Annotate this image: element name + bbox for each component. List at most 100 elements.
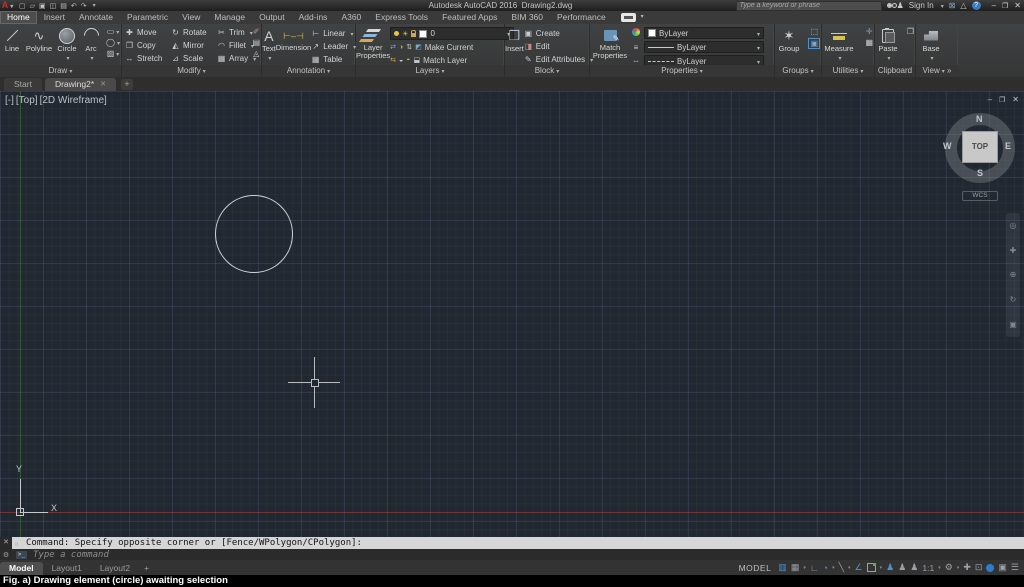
isometric-drafting-icon[interactable]: ╲ [839, 562, 844, 573]
restore-icon[interactable] [1002, 1, 1008, 10]
layer-select[interactable]: ☀ 0 [390, 27, 515, 40]
explode-icon[interactable]: ▤ [252, 38, 260, 47]
annotation-panel-label[interactable]: Annotation [262, 65, 355, 77]
ribbon-minimize-button[interactable] [620, 13, 644, 22]
object-color-select[interactable]: ByLayer [644, 27, 764, 39]
leader-button[interactable]: ↗ Leader [311, 40, 356, 52]
qat-customize-icon[interactable] [91, 2, 96, 10]
annotation-monitor-icon[interactable]: ✚ [963, 562, 971, 573]
viewcube-east[interactable]: E [1005, 141, 1011, 151]
sign-in-button[interactable]: Sign In [909, 1, 934, 10]
view-panel-label[interactable]: View » [916, 65, 958, 77]
new-drawing-tab-button[interactable]: + [121, 79, 134, 90]
sign-in-caret-icon[interactable] [939, 1, 944, 10]
ungroup-icon[interactable]: ⬚ [810, 27, 818, 36]
modify-panel-label[interactable]: Modify [122, 65, 261, 77]
a360-icon[interactable]: △ [960, 1, 966, 10]
quick-calc-icon[interactable]: ▦ [865, 38, 873, 47]
save-icon[interactable]: ▣ [39, 2, 46, 10]
insert-button[interactable]: ❒ Insert [505, 25, 524, 54]
layer-tool-icon[interactable]: ⬓ [414, 56, 421, 64]
file-tab-drawing2[interactable]: Drawing2* ✕ [44, 78, 117, 91]
stretch-button[interactable]: ↔ Stretch [125, 54, 171, 63]
tab-home[interactable]: Home [0, 11, 37, 24]
drawn-circle[interactable] [215, 195, 293, 273]
snap-mode-icon[interactable]: ▦ [791, 562, 800, 573]
layer-tool-icon[interactable]: ⇅ [406, 43, 412, 51]
layer-tool-icon[interactable]: ◑ [399, 44, 403, 51]
tab-bim360[interactable]: BIM 360 [504, 11, 550, 24]
properties-panel-label[interactable]: Properties [590, 65, 774, 77]
layer-tool-icon[interactable]: ⇆ [390, 56, 396, 64]
help-icon[interactable] [971, 1, 981, 10]
viewcube-west[interactable]: W [943, 141, 952, 151]
lineweight-select[interactable]: ByLayer [644, 41, 764, 53]
new-file-icon[interactable]: ▢ [19, 2, 26, 10]
erase-icon[interactable]: ✐ [253, 27, 260, 36]
isolate-objects-icon[interactable]: ⊡ [975, 562, 983, 573]
copy-button[interactable]: ❐ Copy [125, 41, 171, 50]
block-panel-label[interactable]: Block [505, 65, 589, 77]
plot-icon[interactable]: ▤ [60, 2, 67, 10]
viewport-menu-control[interactable]: [-] [5, 95, 14, 106]
tab-express-tools[interactable]: Express Tools [368, 11, 435, 24]
customization-icon[interactable]: ☰ [1011, 562, 1019, 573]
zoom-icon[interactable]: ⊕ [1010, 270, 1017, 279]
showmotion-icon[interactable]: ▣ [1009, 320, 1017, 329]
layer-tool-icon[interactable]: ◒ [399, 57, 403, 64]
linear-button[interactable]: ⊢ Linear [311, 27, 356, 39]
polyline-button[interactable]: ∿ Polyline [24, 25, 54, 54]
model-space-button[interactable]: MODEL [739, 563, 772, 573]
utilities-panel-label[interactable]: Utilities [822, 65, 874, 77]
tab-layout2[interactable]: Layout2 [91, 562, 139, 575]
viewcube-top-face[interactable]: TOP [962, 131, 998, 163]
tab-annotate[interactable]: Annotate [72, 11, 120, 24]
measure-button[interactable]: Measure [822, 25, 856, 62]
tab-layout1[interactable]: Layout1 [43, 562, 91, 575]
ortho-mode-icon[interactable]: ∟ [810, 563, 819, 573]
exchange-apps-icon[interactable]: ⊠ [949, 1, 956, 10]
mirror-button[interactable]: ◭ Mirror [171, 41, 217, 50]
drawing-canvas[interactable]: [-] [Top] [2D Wireframe] N W E S TOP WCS… [0, 91, 1024, 537]
annotation-autoscale-icon[interactable]: ♟ [898, 562, 906, 573]
copy-clip-icon[interactable]: ❐ [907, 27, 914, 36]
edit-block-button[interactable]: ◨ Edit [524, 40, 593, 52]
hatch-icon[interactable]: ▨ [107, 49, 120, 58]
minimize-icon[interactable] [992, 1, 996, 10]
ellipse-icon[interactable]: ◯ [106, 38, 120, 47]
tab-a360[interactable]: A360 [334, 11, 368, 24]
arc-button[interactable]: Arc [80, 24, 102, 62]
tab-manage[interactable]: Manage [207, 11, 252, 24]
layer-tool-icon[interactable]: ⇄ [390, 43, 396, 51]
pan-icon[interactable]: ✚ [1010, 246, 1017, 255]
match-properties-button[interactable]: Match Properties [590, 25, 630, 60]
tab-model[interactable]: Model [0, 562, 43, 575]
dimension-button[interactable]: ⊢–⊣ Dimension [276, 25, 311, 52]
polar-tracking-icon[interactable]: ◔ [823, 563, 828, 573]
doc-close-icon[interactable] [1012, 95, 1019, 104]
orbit-icon[interactable]: ↻ [1010, 295, 1017, 304]
tab-close-icon[interactable]: ✕ [100, 78, 106, 91]
save-as-icon[interactable]: ◫ [50, 2, 57, 10]
layer-properties-button[interactable]: Layer Properties [356, 25, 390, 60]
layer-tool-icon[interactable]: ◓ [406, 57, 410, 64]
full-navigation-wheel-icon[interactable]: ◎ [1010, 221, 1017, 230]
clean-screen-icon[interactable]: ▣ [998, 562, 1007, 573]
hardware-acceleration-icon[interactable] [986, 563, 995, 572]
doc-minimize-icon[interactable] [988, 95, 992, 104]
command-customize-icon[interactable]: ⚙ [0, 551, 12, 559]
doc-restore-icon[interactable] [999, 95, 1005, 104]
object-snap-tracking-icon[interactable]: ∠ [855, 562, 863, 573]
group-button[interactable]: ✶ Group [775, 25, 803, 54]
tab-featured-apps[interactable]: Featured Apps [435, 11, 504, 24]
command-input[interactable] [31, 548, 1024, 561]
object-color-icon[interactable] [630, 28, 642, 38]
redo-icon[interactable]: ↷ [81, 2, 87, 10]
tab-addins[interactable]: Add-ins [292, 11, 335, 24]
application-menu-icon[interactable]: A [0, 0, 15, 11]
annotation-visibility-icon[interactable]: ♟ [886, 562, 894, 573]
point-icon[interactable]: ✛ [866, 27, 873, 36]
open-file-icon[interactable]: ▱ [30, 2, 35, 10]
line-button[interactable]: Line [0, 25, 24, 53]
layer-tool-icon[interactable]: ◩ [415, 43, 422, 51]
